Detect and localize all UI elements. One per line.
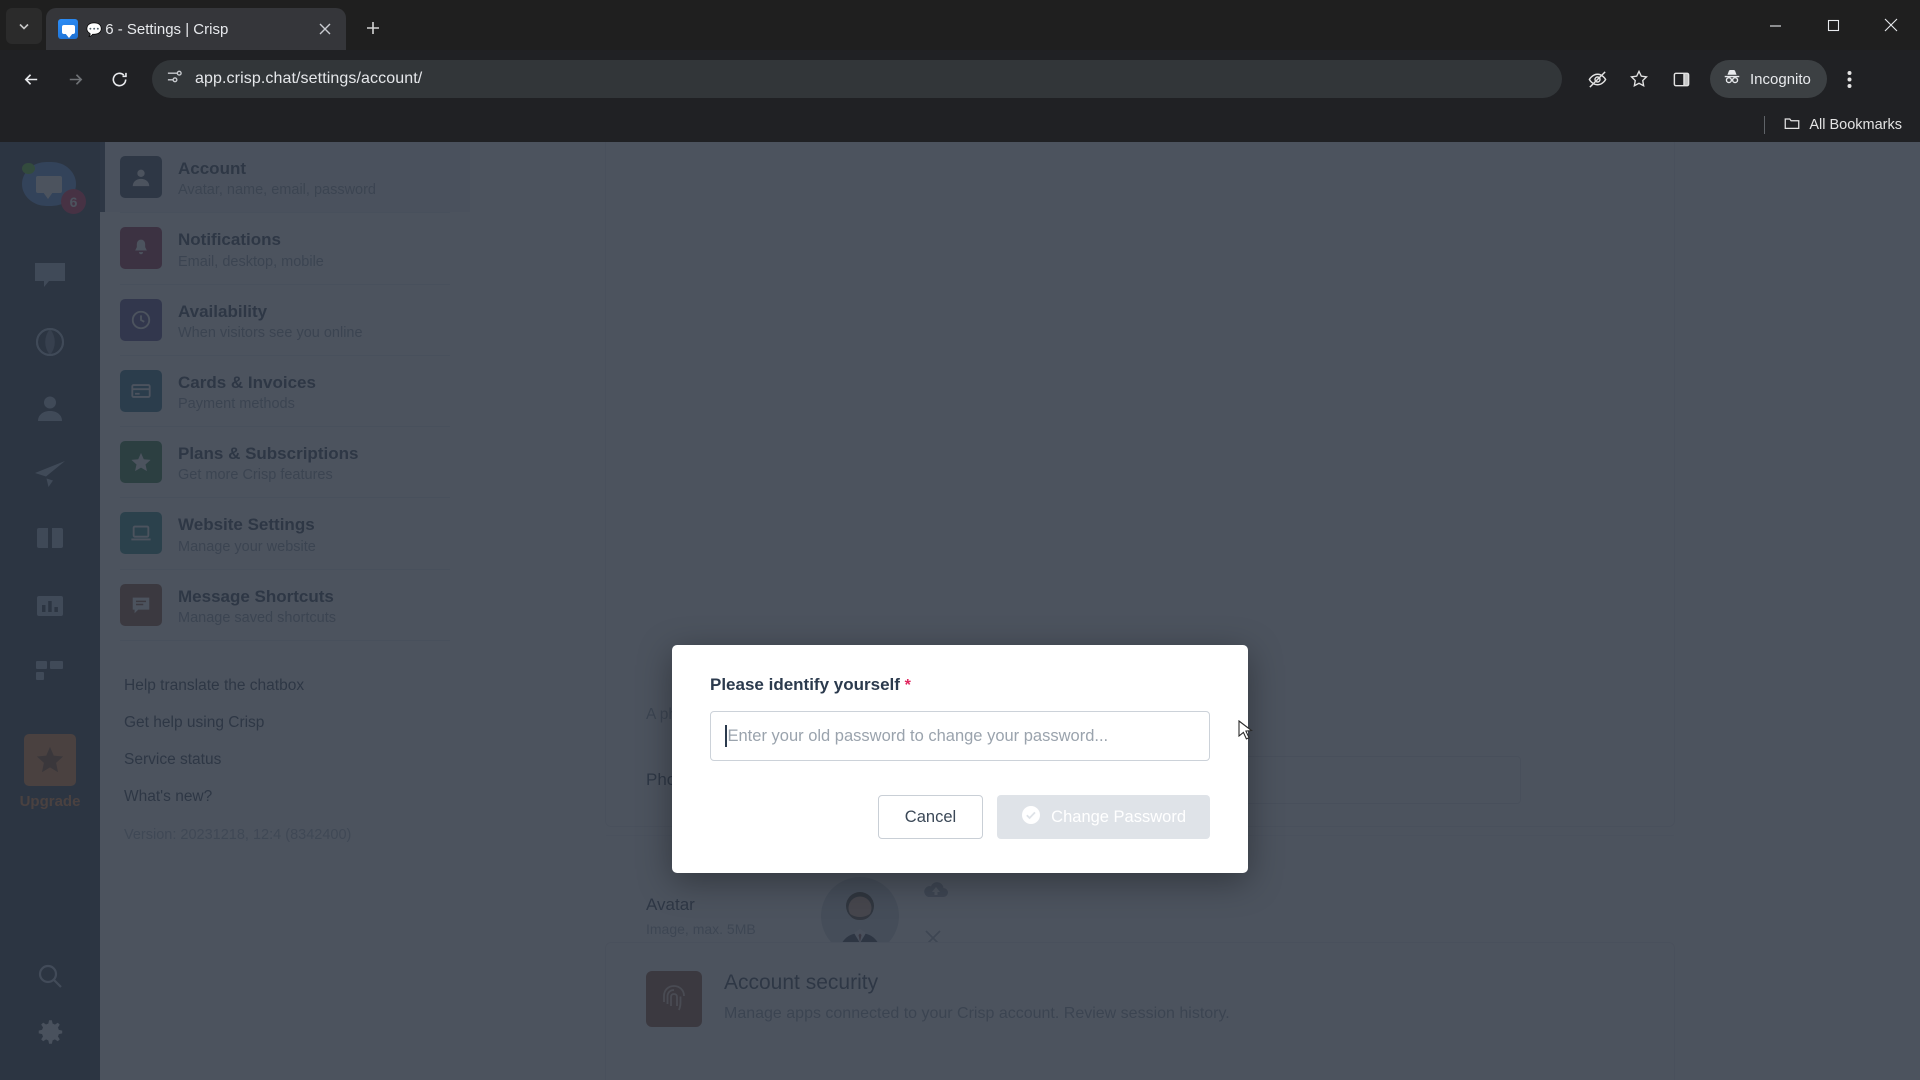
url-text: app.crisp.chat/settings/account/ xyxy=(195,70,423,87)
tab-strip: 💬 6 - Settings | Crisp xyxy=(0,0,1920,50)
side-panel-icon[interactable] xyxy=(1662,60,1700,98)
mouse-cursor xyxy=(1238,719,1254,742)
change-password-button[interactable]: Change Password xyxy=(997,795,1210,839)
modal-overlay[interactable] xyxy=(0,142,1920,1080)
profile-button[interactable]: Incognito xyxy=(1710,60,1827,98)
identify-yourself-modal: Please identify yourself * Enter your ol… xyxy=(672,645,1248,873)
browser-tab[interactable]: 💬 6 - Settings | Crisp xyxy=(46,8,346,50)
page-viewport: 6 xyxy=(0,142,1920,1080)
profile-label: Incognito xyxy=(1750,70,1811,88)
text-caret xyxy=(725,725,727,747)
divider xyxy=(1764,116,1766,134)
old-password-placeholder: Enter your old password to change your p… xyxy=(727,726,1109,745)
site-settings-icon[interactable] xyxy=(166,68,183,90)
eye-slash-icon[interactable] xyxy=(1578,60,1616,98)
check-circle-icon xyxy=(1021,805,1041,830)
window-controls xyxy=(1746,0,1920,50)
incognito-icon xyxy=(1722,67,1742,91)
cancel-button[interactable]: Cancel xyxy=(877,795,984,839)
address-bar[interactable]: app.crisp.chat/settings/account/ xyxy=(152,60,1562,98)
tab-title: 💬 6 - Settings | Crisp xyxy=(86,21,306,38)
crisp-chat-favicon xyxy=(58,19,78,39)
star-icon[interactable] xyxy=(1620,60,1658,98)
new-tab-button[interactable] xyxy=(356,11,390,45)
toolbar-right-actions: Incognito xyxy=(1578,60,1869,98)
browser-window: 💬 6 - Settings | Crisp app.crisp.chat/se… xyxy=(0,0,1920,1080)
reload-icon[interactable] xyxy=(100,60,138,98)
change-password-label: Change Password xyxy=(1051,807,1186,826)
browser-toolbar: app.crisp.chat/settings/account/ Incogni… xyxy=(0,50,1920,108)
modal-actions: Cancel Change Password xyxy=(710,795,1210,839)
folder-icon xyxy=(1783,114,1801,136)
old-password-input[interactable]: Enter your old password to change your p… xyxy=(710,711,1210,761)
minimize-icon[interactable] xyxy=(1746,0,1804,50)
forward-arrow-icon[interactable] xyxy=(56,60,94,98)
three-dot-menu-icon[interactable] xyxy=(1831,60,1869,98)
tab-title-text: 6 - Settings | Crisp xyxy=(105,20,229,38)
back-arrow-icon[interactable] xyxy=(12,60,50,98)
close-icon[interactable] xyxy=(314,18,336,40)
required-asterisk: * xyxy=(904,677,911,694)
modal-label: Please identify yourself * xyxy=(710,675,1210,695)
unread-bubble-icon: 💬 xyxy=(86,21,103,37)
close-icon[interactable] xyxy=(1862,0,1920,50)
bookmarks-bar: All Bookmarks xyxy=(0,108,1920,142)
tab-search-button[interactable] xyxy=(6,8,42,44)
all-bookmarks-label[interactable]: All Bookmarks xyxy=(1809,117,1902,133)
maximize-icon[interactable] xyxy=(1804,0,1862,50)
modal-label-text: Please identify yourself xyxy=(710,675,900,694)
